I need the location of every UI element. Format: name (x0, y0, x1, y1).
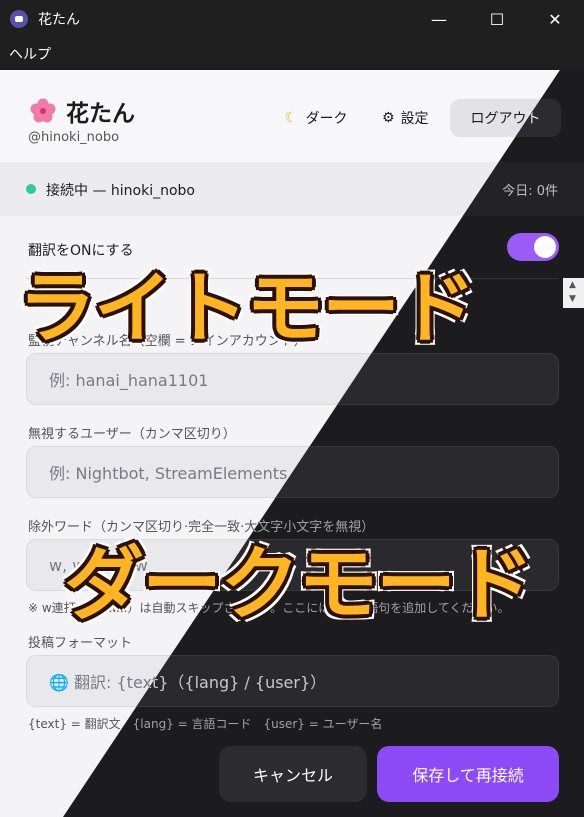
maximize-button[interactable]: ☐ (468, 0, 526, 38)
minimize-button[interactable]: — (410, 0, 468, 38)
status-dot-icon (26, 184, 36, 194)
translate-toggle-dark[interactable] (507, 233, 559, 261)
gear-icon: ⚙ (382, 110, 395, 126)
dark-mode-label: ダーク (305, 111, 348, 127)
ignore-users-label: 無視するユーザー（カンマ区切り） (28, 427, 236, 442)
window-title: 花たん (38, 12, 80, 28)
scroll-down-icon[interactable]: ▼ (569, 294, 576, 304)
scroll-up-icon[interactable]: ▲ (569, 280, 576, 290)
today-count-dark: 今日: 0件 (502, 184, 558, 199)
menu-help[interactable]: ヘルプ (9, 44, 51, 64)
header: 花たん @hinoki_nobo ☾ ダーク ⚙ 設定 ログアウト (0, 70, 584, 162)
dark-mode-caption: ダークモード (64, 538, 534, 631)
settings-label: 設定 (400, 111, 429, 127)
scrollbar-dark[interactable]: ▲ ▼ (563, 278, 584, 308)
app-icon (10, 10, 28, 28)
cancel-button-dark[interactable]: キャンセル (219, 746, 367, 802)
settings-button[interactable]: ⚙ 設定 (382, 108, 429, 128)
title-bar: 花たん — ☐ ✕ (0, 0, 584, 38)
app-name-text: 花たん (66, 101, 135, 127)
light-mode-caption: ライトモード (18, 264, 476, 354)
menu-bar: ヘルプ (0, 38, 584, 70)
app-name: 花たん (30, 94, 135, 128)
close-button[interactable]: ✕ (526, 0, 584, 38)
cherry-blossom-icon (30, 98, 56, 123)
user-handle: @hinoki_nobo (28, 130, 120, 145)
moon-icon: ☾ (285, 110, 298, 126)
save-reconnect-button-dark[interactable]: 保存して再接続 (377, 746, 559, 802)
status-text: 接続中 — hinoki_nobo (46, 183, 195, 199)
dark-mode-button[interactable]: ☾ ダーク (285, 108, 348, 128)
window-controls: — ☐ ✕ (410, 0, 584, 38)
